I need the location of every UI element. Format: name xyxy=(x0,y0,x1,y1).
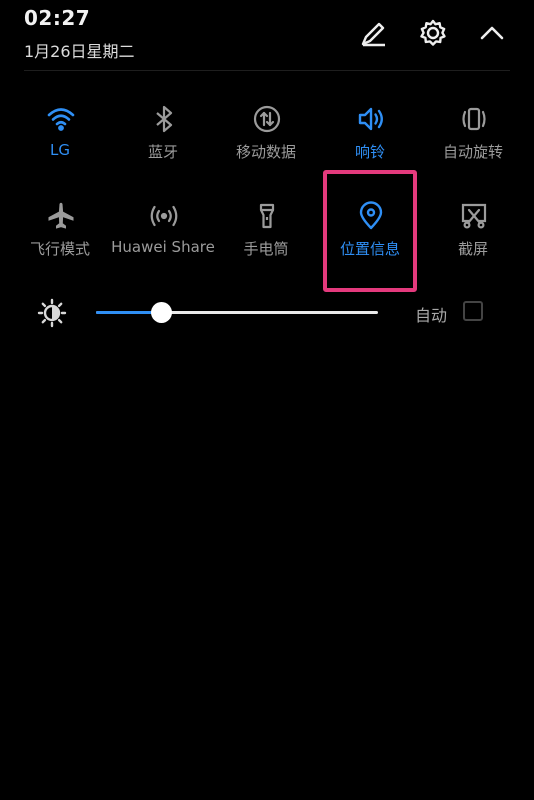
volume-ring-icon xyxy=(356,104,386,134)
screenshot-icon xyxy=(459,201,489,231)
tile-airplane[interactable]: 飞行模式 xyxy=(12,191,108,287)
tile-label: 截屏 xyxy=(457,240,488,258)
bluetooth-icon xyxy=(149,104,179,134)
location-highlight-box xyxy=(323,170,417,292)
tile-bluetooth[interactable]: 蓝牙 xyxy=(115,94,211,190)
mobile-data-icon xyxy=(252,104,282,134)
tile-flashlight[interactable]: 手电筒 xyxy=(218,191,314,287)
tile-wifi[interactable]: LG xyxy=(12,94,108,190)
date-text: 1月26日星期二 xyxy=(24,42,135,61)
edit-icon[interactable] xyxy=(359,18,389,48)
tile-huawei-share[interactable]: Huawei Share xyxy=(111,191,215,287)
auto-rotate-icon xyxy=(459,104,489,134)
tile-mobile-data[interactable]: 移动数据 xyxy=(218,94,314,190)
tile-label: 移动数据 xyxy=(235,143,296,161)
tile-label: 自动旋转 xyxy=(442,143,503,161)
auto-brightness-label: 自动 xyxy=(415,306,448,325)
tile-label: 响铃 xyxy=(354,143,385,161)
collapse-chevron-up-icon[interactable] xyxy=(477,18,507,48)
wifi-icon xyxy=(46,104,76,134)
brightness-icon xyxy=(37,298,67,328)
brightness-slider-thumb[interactable] xyxy=(150,302,172,323)
tile-label: 飞行模式 xyxy=(29,240,90,258)
tile-label: Huawei Share xyxy=(111,238,215,256)
auto-brightness-checkbox[interactable] xyxy=(463,301,483,321)
status-header: 02:27 1月26日星期二 xyxy=(0,0,534,70)
tile-label: LG xyxy=(50,141,70,159)
brightness-slider-track[interactable] xyxy=(96,302,378,323)
huawei-share-icon xyxy=(149,201,179,231)
flashlight-icon xyxy=(252,201,282,231)
tile-auto-rotate[interactable]: 自动旋转 xyxy=(425,94,521,190)
clock-time: 02:27 xyxy=(24,6,91,30)
airplane-icon xyxy=(46,201,76,231)
settings-gear-icon[interactable] xyxy=(418,18,448,48)
brightness-row: 自动 xyxy=(0,292,534,332)
tile-screenshot[interactable]: 截屏 xyxy=(425,191,521,287)
tile-label: 蓝牙 xyxy=(147,143,178,161)
tile-label: 手电筒 xyxy=(243,240,289,258)
header-divider xyxy=(24,70,510,71)
